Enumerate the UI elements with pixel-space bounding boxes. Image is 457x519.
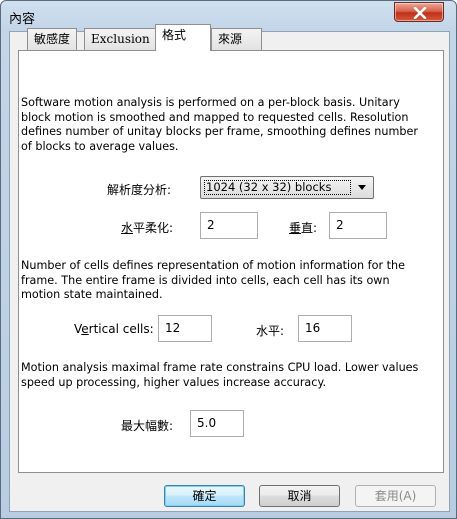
vertical-smoothing-label: 垂直:	[289, 219, 317, 236]
tab-sensitivity[interactable]: 敏感度	[27, 28, 78, 50]
apply-button[interactable]: 套用(A)	[355, 485, 436, 507]
horizontal-cells-field[interactable]: 16	[298, 315, 352, 342]
tab-label: 敏感度	[34, 32, 71, 46]
properties-dialog: 內容 敏感度 Exclusion 格式 來源 Software motion a…	[0, 0, 457, 519]
analysis-resolution-select[interactable]: 1024 (32 x 32) blocks	[200, 176, 374, 199]
framerate-description: Motion analysis maximal frame rate const…	[21, 361, 419, 389]
max-framerate-label: 最大幅數:	[121, 419, 174, 433]
horizontal-smoothing-field[interactable]: 2	[200, 212, 258, 239]
close-icon	[413, 7, 427, 19]
window-title: 內容	[9, 12, 36, 27]
chevron-down-icon	[358, 185, 366, 190]
tab-label: 格式	[162, 28, 187, 42]
horizontal-smoothing-accesskey: 水	[121, 221, 134, 235]
analysis-resolution-label: 解析度分析:	[107, 183, 172, 197]
ok-button[interactable]: 確定	[164, 485, 245, 507]
vertical-smoothing-field[interactable]: 2	[329, 212, 387, 239]
cancel-button[interactable]: 取消	[259, 485, 340, 507]
tab-label: 來源	[218, 32, 243, 46]
tab-label: Exclusion	[91, 32, 150, 46]
tab-source[interactable]: 來源	[211, 28, 262, 50]
vertical-cells-field[interactable]: 12	[158, 315, 212, 342]
vertical-cells-label: Vertical cells:	[74, 322, 154, 336]
horizontal-cells-label: 水平:	[256, 324, 285, 338]
vertical-smoothing-label-text: 直:	[301, 221, 318, 235]
horizontal-smoothing-label-text: 平柔化:	[133, 221, 174, 235]
vertical-smoothing-accesskey: 垂	[289, 221, 302, 235]
tab-format[interactable]: 格式	[155, 24, 211, 51]
close-button[interactable]	[394, 2, 444, 22]
title-bar[interactable]: 內容	[1, 1, 456, 31]
vertical-cells-label-text: rtical cells:	[88, 322, 154, 336]
vertical-cells-accesskey: e	[81, 322, 89, 336]
resolution-description: Software motion analysis is performed on…	[21, 96, 418, 153]
analysis-resolution-value: 1024 (32 x 32) blocks	[204, 180, 351, 195]
max-framerate-field[interactable]: 5.0	[190, 410, 244, 437]
tab-exclusion[interactable]: Exclusion	[84, 28, 157, 50]
horizontal-smoothing-label: 水平柔化:	[121, 219, 173, 236]
cells-description: Number of cells defines representation o…	[21, 259, 405, 301]
